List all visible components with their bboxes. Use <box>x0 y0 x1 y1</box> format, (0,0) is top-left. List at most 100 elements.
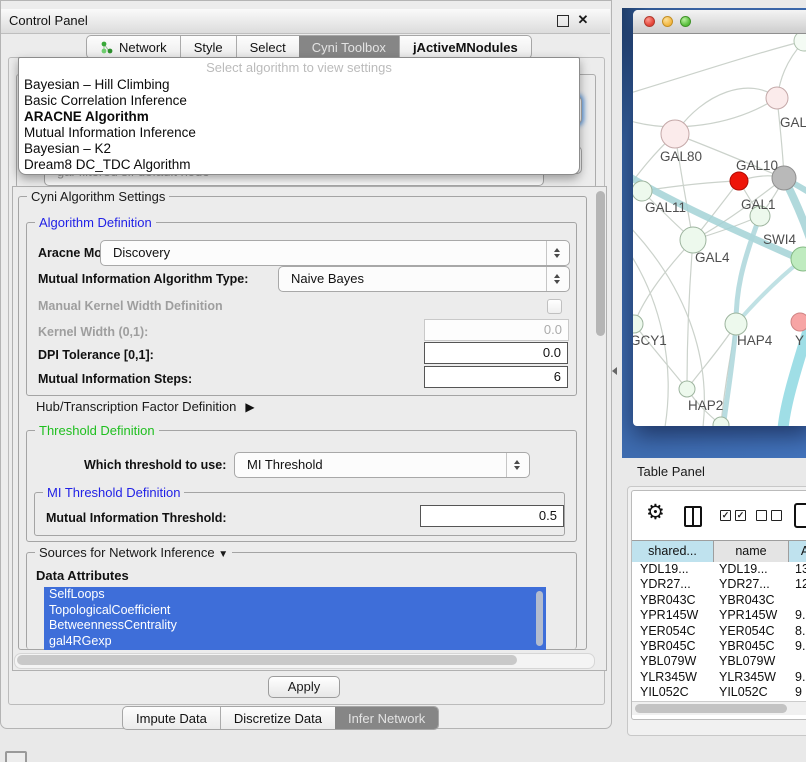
tab-style[interactable]: Style <box>180 36 236 58</box>
table-row[interactable]: YBR045CYBR045C9. <box>632 639 806 654</box>
table-cell: YDL19... <box>714 562 789 577</box>
attribute-item[interactable]: SelfLoops <box>44 587 546 603</box>
algorithm-option[interactable]: Bayesian – Hill Climbing <box>19 77 579 93</box>
algorithm-option[interactable]: Bayesian – K2 <box>19 141 579 157</box>
table-body: YDL19...YDL19...13YDR27...YDR27...12YBR0… <box>632 562 806 701</box>
cyni-algorithm-settings-title: Cyni Algorithm Settings <box>27 189 169 204</box>
network-edge <box>687 240 693 389</box>
algorithm-dropdown-prompt: Select algorithm to view settings <box>19 58 579 77</box>
zoom-traffic-light-icon[interactable] <box>680 16 691 27</box>
dock-icon[interactable] <box>5 751 27 762</box>
which-threshold-value: MI Threshold <box>247 453 323 476</box>
network-node[interactable] <box>725 313 747 335</box>
splitter-collapse-icon[interactable] <box>612 367 617 375</box>
network-node-label: Y <box>795 333 804 348</box>
tab-select-label: Select <box>250 40 286 55</box>
table-cell: 9. <box>789 608 806 623</box>
network-edge <box>634 240 693 324</box>
table-row[interactable]: YER054CYER054C8. <box>632 624 806 639</box>
mi-algorithm-type-value: Naive Bayes <box>291 267 364 290</box>
gear-icon[interactable]: ⚙ <box>646 501 665 525</box>
unchecked-pair-icon[interactable] <box>756 510 782 521</box>
table-row[interactable]: YBR043CYBR043C <box>632 593 806 608</box>
tab-jactivemnodules[interactable]: jActiveMNodules <box>399 36 531 58</box>
attributes-list-scrollbar[interactable] <box>536 591 543 646</box>
kernel-width-field[interactable]: 0.0 <box>424 319 569 341</box>
mi-steps-field[interactable]: 6 <box>424 366 568 388</box>
bottom-tab-discretize-data[interactable]: Discretize Data <box>220 707 335 729</box>
algorithm-option[interactable]: ARACNE Algorithm <box>19 109 579 125</box>
column-header[interactable]: A <box>789 541 806 562</box>
data-attributes-label: Data Attributes <box>36 568 129 583</box>
table-row[interactable]: YDR27...YDR27...12 <box>632 577 806 592</box>
float-window-icon[interactable] <box>557 15 569 27</box>
aracne-mode-combobox[interactable]: Discovery <box>100 240 570 266</box>
close-traffic-light-icon[interactable] <box>644 16 655 27</box>
network-node[interactable] <box>766 87 788 109</box>
network-node[interactable] <box>791 313 806 331</box>
table-row[interactable]: YLR345WYLR345W9. <box>632 670 806 685</box>
settings-vertical-scrollbar[interactable] <box>596 191 605 336</box>
network-node[interactable] <box>633 315 643 333</box>
bottom-tab-impute-data[interactable]: Impute Data <box>123 707 220 729</box>
column-header[interactable]: shared... <box>632 541 714 562</box>
table-row[interactable]: YPR145WYPR145W9. <box>632 608 806 623</box>
mi-threshold-label: Mutual Information Threshold: <box>46 511 227 525</box>
network-canvas[interactable]: GALGAL80GAL10GAL11GAL1GAL4SWI4GCY1HAP4YH… <box>633 34 806 426</box>
table-row[interactable]: YIL052CYIL052C9 <box>632 685 806 700</box>
threshold-definition-title: Threshold Definition <box>35 423 159 438</box>
which-threshold-combobox[interactable]: MI Threshold <box>234 452 530 478</box>
mi-threshold-field[interactable]: 0.5 <box>420 505 564 527</box>
manual-kernel-width-checkbox[interactable] <box>547 299 562 314</box>
attribute-item[interactable]: BetweennessCentrality <box>44 618 546 634</box>
settings-horizontal-scrollbar[interactable] <box>14 653 595 669</box>
table-horizontal-scrollbar[interactable] <box>632 701 806 715</box>
network-node[interactable] <box>730 172 748 190</box>
checked-pair-icon[interactable]: ✓✓ <box>720 510 746 521</box>
attribute-item[interactable]: gal4RGexp <box>44 634 546 650</box>
tab-cyni-toolbox-label: Cyni Toolbox <box>312 40 386 55</box>
algorithm-option[interactable]: Basic Correlation Inference <box>19 93 579 109</box>
bottom-tab-impute-data-label: Impute Data <box>136 711 207 726</box>
tab-network[interactable]: Network <box>87 36 180 58</box>
mi-algorithm-type-label: Mutual Information Algorithm Type: <box>38 272 248 286</box>
minimize-traffic-light-icon[interactable] <box>662 16 673 27</box>
network-node[interactable] <box>661 120 689 148</box>
control-panel-titlebar[interactable] <box>1 9 610 34</box>
desktop-area: GALGAL80GAL10GAL11GAL1GAL4SWI4GCY1HAP4YH… <box>622 8 806 458</box>
tab-network-label: Network <box>119 40 167 55</box>
table-cell: 8. <box>789 624 806 639</box>
close-icon[interactable]: ✕ <box>575 11 591 29</box>
network-node-label: GAL1 <box>741 197 776 212</box>
algorithm-definition-title: Algorithm Definition <box>35 215 156 230</box>
network-node-label: HAP2 <box>688 398 723 413</box>
table-cell: YDR27... <box>632 577 714 592</box>
hub-definition-expander[interactable]: Hub/Transcription Factor Definition▶ <box>36 399 255 414</box>
algorithm-option[interactable]: Mutual Information Inference <box>19 125 579 141</box>
network-icon <box>100 41 113 54</box>
combo-spinner-icon <box>546 267 563 291</box>
dpi-tolerance-field[interactable]: 0.0 <box>424 342 568 364</box>
table-cell: YPR145W <box>714 608 789 623</box>
network-node[interactable] <box>633 181 652 201</box>
network-node[interactable] <box>794 34 806 51</box>
table-row[interactable]: YBL079WYBL079W <box>632 654 806 669</box>
document-icon[interactable] <box>794 503 806 528</box>
table-cell: 9. <box>789 639 806 654</box>
bottom-tab-infer-network[interactable]: Infer Network <box>335 707 438 729</box>
split-panel-icon[interactable] <box>684 506 702 527</box>
column-header[interactable]: name <box>714 541 789 562</box>
attribute-item[interactable]: TopologicalCoefficient <box>44 603 546 619</box>
network-node-label: GAL10 <box>736 158 778 173</box>
sources-group-title[interactable]: Sources for Network Inference ▼ <box>35 545 232 562</box>
tab-select[interactable]: Select <box>236 36 299 58</box>
apply-button[interactable]: Apply <box>268 676 340 698</box>
network-window-titlebar[interactable] <box>633 10 806 34</box>
table-row[interactable]: YDL19...YDL19...13 <box>632 562 806 577</box>
tab-cyni-toolbox[interactable]: Cyni Toolbox <box>299 36 399 58</box>
data-attributes-list: SelfLoopsTopologicalCoefficientBetweenne… <box>44 587 546 650</box>
algorithm-option[interactable]: Dream8 DC_TDC Algorithm <box>19 157 579 173</box>
table-cell: YBR045C <box>714 639 789 654</box>
mi-algorithm-type-combobox[interactable]: Naive Bayes <box>278 266 570 292</box>
network-node[interactable] <box>679 381 695 397</box>
